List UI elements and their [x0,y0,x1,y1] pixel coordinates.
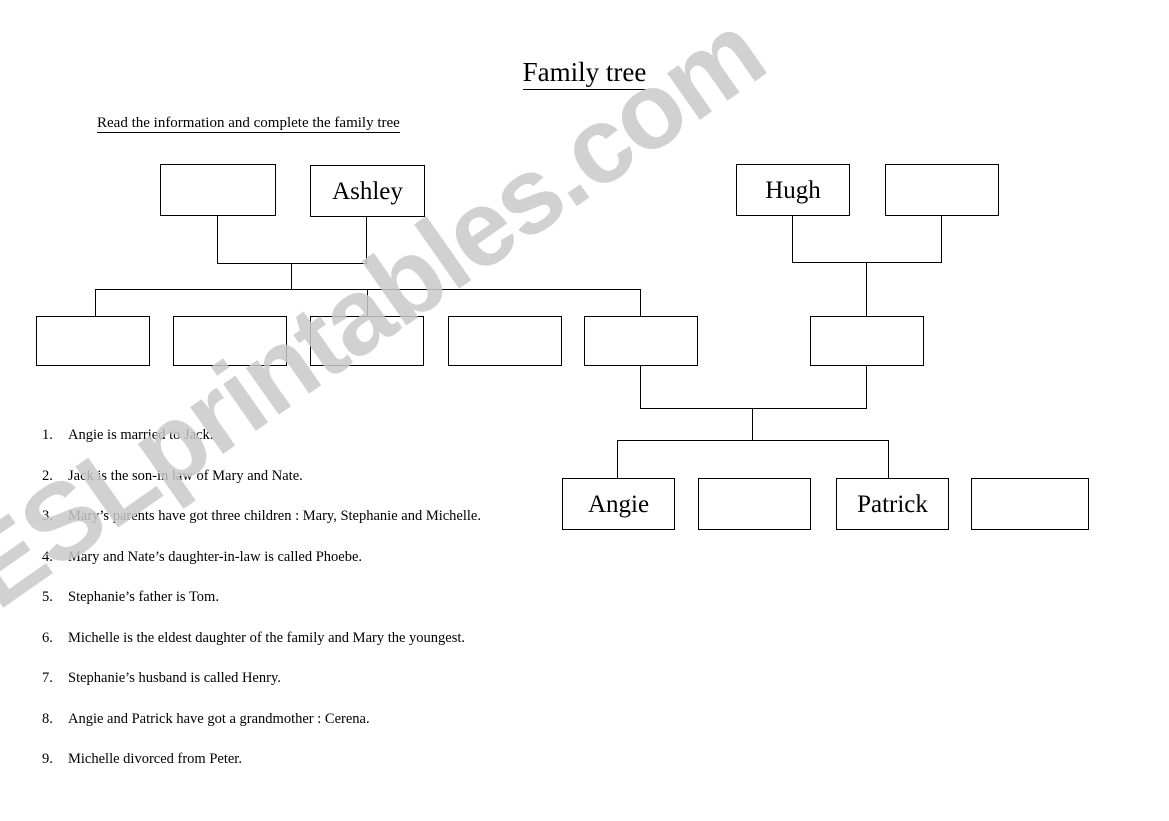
box-hugh-label: Hugh [765,176,821,204]
connector-child-5-drop [640,289,642,316]
connector-couple-marriage-stem [752,408,754,441]
clue-text: Stephanie’s father is Tom. [68,589,219,605]
clue-number: 7. [42,670,53,686]
connector-hugh-drop [792,216,794,263]
connector-child-right-down [866,366,868,409]
box-grandchild-2[interactable] [698,478,811,530]
clue-item: 6. Michelle is the eldest daughter of th… [42,629,602,646]
box-child-4[interactable] [448,316,562,366]
box-angie[interactable]: Angie [562,478,675,530]
connector-couple-marriage-bar [640,408,867,410]
clue-text: Angie and Patrick have got a grandmother… [68,710,370,727]
box-child-5[interactable] [584,316,698,366]
clue-text: Michelle divorced from Peter. [68,751,242,767]
box-hugh[interactable]: Hugh [736,164,850,216]
clue-number: 9. [42,751,53,767]
connector-left-marriage-stem [291,263,293,290]
connector-grandmother-right-drop [941,216,943,263]
box-child-3[interactable] [310,316,424,366]
clue-text: Michelle is the eldest daughter of the f… [68,629,466,646]
connector-child-3-drop [367,289,369,316]
box-child-1[interactable] [36,316,150,366]
clue-item: 9. Michelle divorced from Peter. [42,752,602,767]
connector-ashley-drop [366,217,368,264]
box-patrick-label: Patrick [857,490,928,518]
connector-child-5-down [640,366,642,409]
box-grandchild-4[interactable] [971,478,1089,530]
clue-item: 8. Angie and Patrick have got a grandmot… [42,710,602,727]
connector-child-1-drop [95,289,97,316]
box-ashley-label: Ashley [332,177,403,205]
connector-right-marriage-stem [866,262,868,316]
worksheet-page: ESLprintables.com Family tree Read the i… [0,0,1169,821]
box-ashley[interactable]: Ashley [310,165,425,217]
clue-item: 5. Stephanie’s father is Tom. [42,590,602,605]
clue-text: Stephanie’s husband is called Henry. [68,670,281,686]
box-grandmother-right[interactable] [885,164,999,216]
clue-number: 8. [42,710,53,727]
box-child-right[interactable] [810,316,924,366]
clue-number: 6. [42,629,53,646]
connector-angie-drop [617,440,619,478]
box-grandfather-left[interactable] [160,164,276,216]
box-patrick[interactable]: Patrick [836,478,949,530]
clue-number: 5. [42,589,53,605]
clue-item: 7. Stephanie’s husband is called Henry. [42,671,602,686]
connector-grandchildren-bar [617,440,889,442]
box-angie-label: Angie [587,490,650,518]
connector-patrick-drop [888,440,890,478]
connector-grandfather-left-drop [217,216,219,264]
box-child-2[interactable] [173,316,287,366]
family-tree-diagram: Ashley Hugh Angie Patrick [0,0,1169,560]
